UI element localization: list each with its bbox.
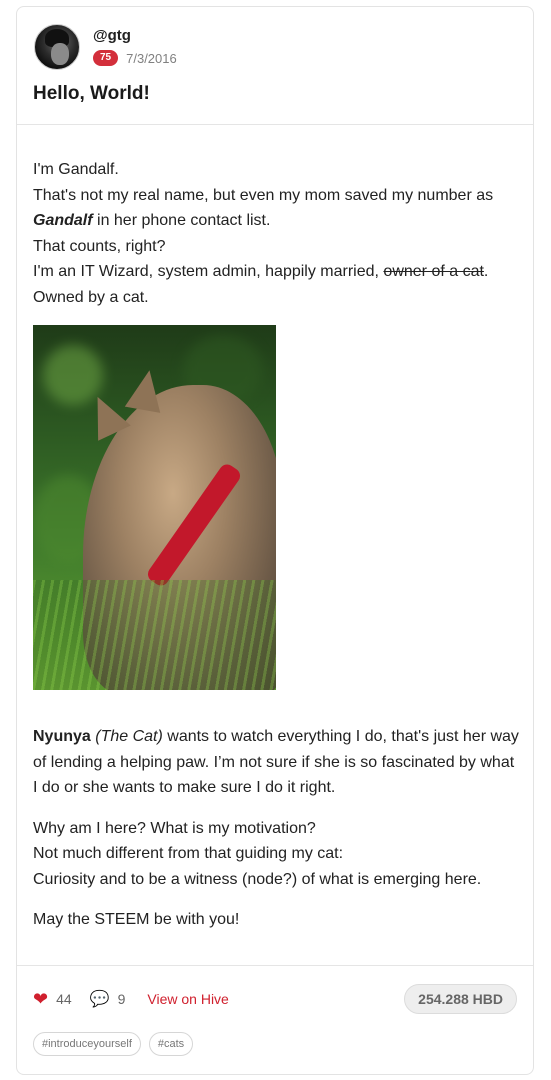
tag-list: #introduceyourself #cats <box>33 1032 194 1056</box>
intro-line: I'm an IT Wizard, system admin, happily … <box>33 263 489 280</box>
strikethrough-text: owner of a cat <box>383 263 484 280</box>
avatar[interactable] <box>34 24 80 70</box>
paragraph-closing: May the STEEM be with you! <box>33 911 240 928</box>
post-body: Nyunya (The Cat) wants to watch everythi… <box>33 724 523 948</box>
post-intro: I'm Gandalf. That's not my real name, bu… <box>33 157 523 310</box>
intro-line: I'm Gandalf. <box>33 161 119 178</box>
heart-icon[interactable]: ❤ <box>33 990 48 1008</box>
cat-photo[interactable] <box>33 325 276 690</box>
post-meta: 75 7/3/2016 <box>93 50 177 66</box>
payout-badge[interactable]: 254.288 HBD <box>404 984 517 1014</box>
paragraph-nyunya: Nyunya (The Cat) wants to watch everythi… <box>33 728 519 796</box>
intro-line: That counts, right? <box>33 237 166 255</box>
post-title[interactable]: Hello, World! <box>33 83 150 105</box>
post-card: @gtg 75 7/3/2016 Hello, World! I'm Ganda… <box>16 6 534 1075</box>
paragraph-motivation: Why am I here? What is my motivation? No… <box>33 819 482 888</box>
author-name[interactable]: @gtg <box>93 27 131 44</box>
post-stats: ❤ 44 💬 9 View on Hive <box>33 989 229 1009</box>
intro-line: That's not my real name, but even my mom… <box>33 186 494 230</box>
tag-introduceyourself[interactable]: #introduceyourself <box>33 1032 141 1056</box>
tag-cats[interactable]: #cats <box>148 1032 194 1056</box>
post-footer: ❤ 44 💬 9 View on Hive 254.288 HBD #intro… <box>17 965 533 1076</box>
view-on-hive-link[interactable]: View on Hive <box>147 991 228 1007</box>
reputation-badge: 75 <box>93 50 119 66</box>
like-count: 44 <box>56 991 72 1007</box>
post-date: 7/3/2016 <box>126 50 177 66</box>
comment-icon[interactable]: 💬 <box>90 989 110 1009</box>
post-header: @gtg 75 7/3/2016 Hello, World! <box>17 7 533 125</box>
comment-count: 9 <box>117 991 126 1007</box>
intro-line: Owned by a cat. <box>33 288 149 306</box>
